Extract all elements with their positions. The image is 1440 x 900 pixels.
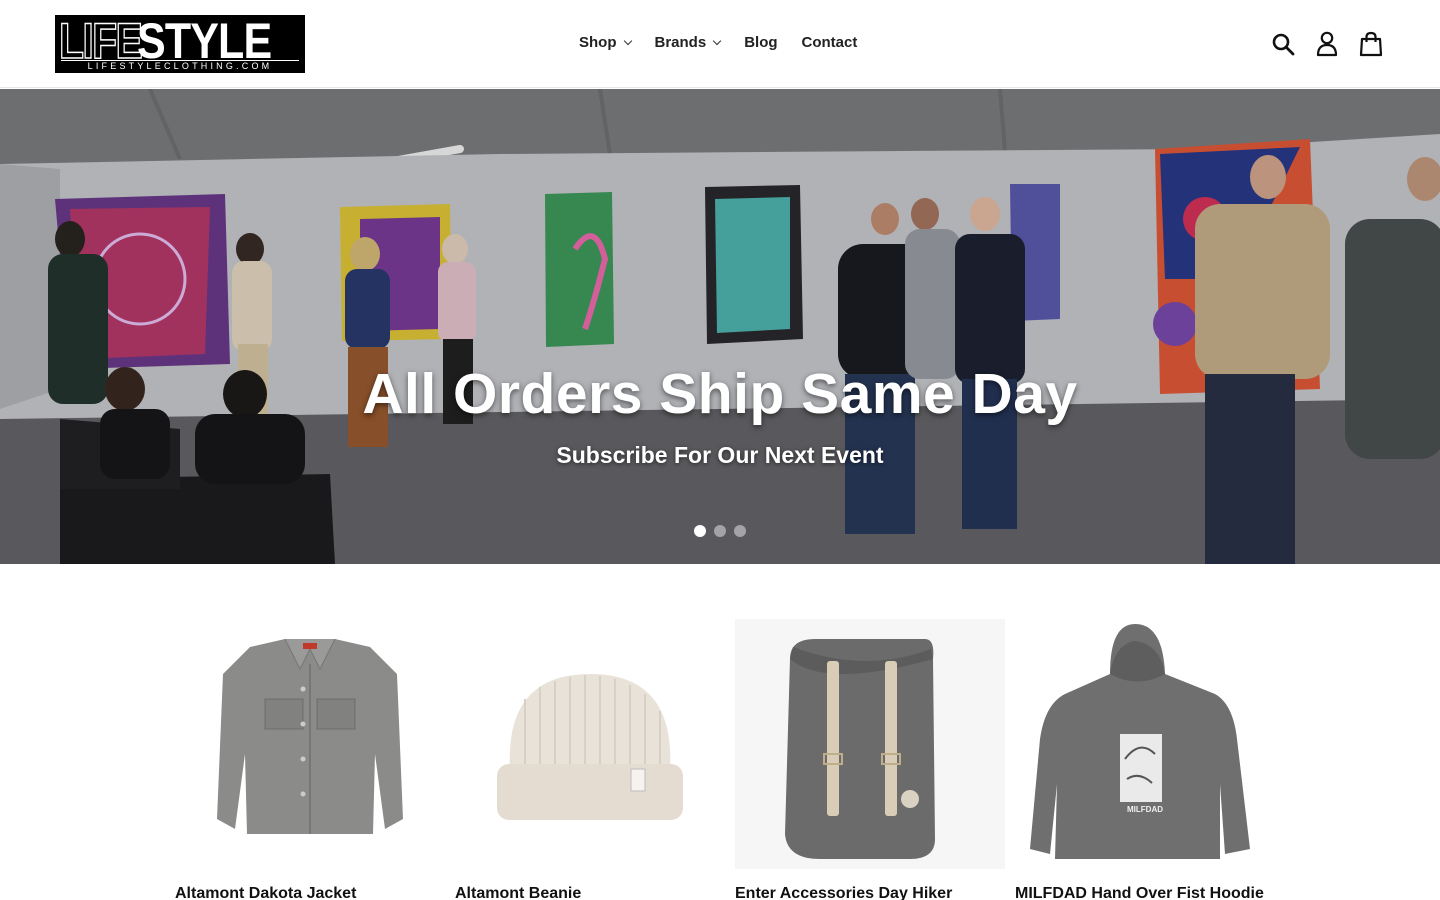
hero-gallery-image xyxy=(0,89,1440,564)
product-title[interactable]: Altamont Beanie xyxy=(455,885,581,900)
slide-dot-1[interactable] xyxy=(694,525,706,537)
slideshow-dots xyxy=(694,525,746,537)
chevron-down-icon xyxy=(712,36,722,46)
slide-dot-3[interactable] xyxy=(734,525,746,537)
cart-icon xyxy=(1359,31,1383,57)
product-image-jacket xyxy=(217,638,403,834)
slide-dot-2[interactable] xyxy=(714,525,726,537)
site-header: LIFE STYLE LIFESTYLECLOTHING.COM Shop Br… xyxy=(0,0,1440,88)
search-button[interactable] xyxy=(1270,30,1296,58)
logo-subtext: LIFESTYLECLOTHING.COM xyxy=(61,60,299,71)
product-title[interactable]: Enter Accessories Day Hiker xyxy=(735,885,952,900)
nav-item-shop[interactable]: Shop xyxy=(579,34,632,51)
product-card[interactable]: Altamont Beanie xyxy=(455,564,725,900)
product-image-beanie xyxy=(497,674,683,820)
account-button[interactable] xyxy=(1314,30,1340,58)
product-image-backpack xyxy=(735,619,1005,869)
cart-button[interactable] xyxy=(1358,30,1384,58)
nav-item-contact[interactable]: Contact xyxy=(802,34,858,51)
hoodie-print-text: MILFDAD xyxy=(1127,805,1163,814)
site-logo[interactable]: LIFE STYLE LIFESTYLECLOTHING.COM xyxy=(55,15,305,73)
product-card[interactable]: Altamont Dakota Jacket xyxy=(175,564,445,900)
product-card[interactable]: Enter Accessories Day Hiker xyxy=(735,564,1005,900)
product-image-hoodie: MILFDAD xyxy=(1030,624,1250,859)
nav-item-label: Blog xyxy=(744,34,778,51)
hero-title: All Orders Ship Same Day xyxy=(362,362,1078,426)
chevron-down-icon xyxy=(623,36,632,46)
hero-subtitle[interactable]: Subscribe For Our Next Event xyxy=(0,442,1440,469)
hero-slideshow[interactable]: All Orders Ship Same Day Subscribe For O… xyxy=(0,89,1440,564)
product-title[interactable]: MILFDAD Hand Over Fist Hoodie xyxy=(1015,885,1264,900)
nav-item-label: Shop xyxy=(579,34,617,51)
main-nav: Shop Brands Blog Contact xyxy=(579,34,857,51)
product-title[interactable]: Altamont Dakota Jacket xyxy=(175,885,356,900)
account-icon xyxy=(1316,31,1338,57)
nav-item-brands[interactable]: Brands xyxy=(654,34,722,51)
featured-products: Altamont Dakota Jacket Altamont Beanie E… xyxy=(0,564,1440,900)
nav-item-blog[interactable]: Blog xyxy=(744,34,777,51)
nav-item-label: Brands xyxy=(654,34,707,51)
nav-item-label: Contact xyxy=(801,34,858,51)
search-icon xyxy=(1272,33,1295,56)
product-card[interactable]: MILFDAD MILFDAD Hand Over Fist Hoodie xyxy=(1015,564,1285,900)
header-icons xyxy=(1270,30,1384,58)
